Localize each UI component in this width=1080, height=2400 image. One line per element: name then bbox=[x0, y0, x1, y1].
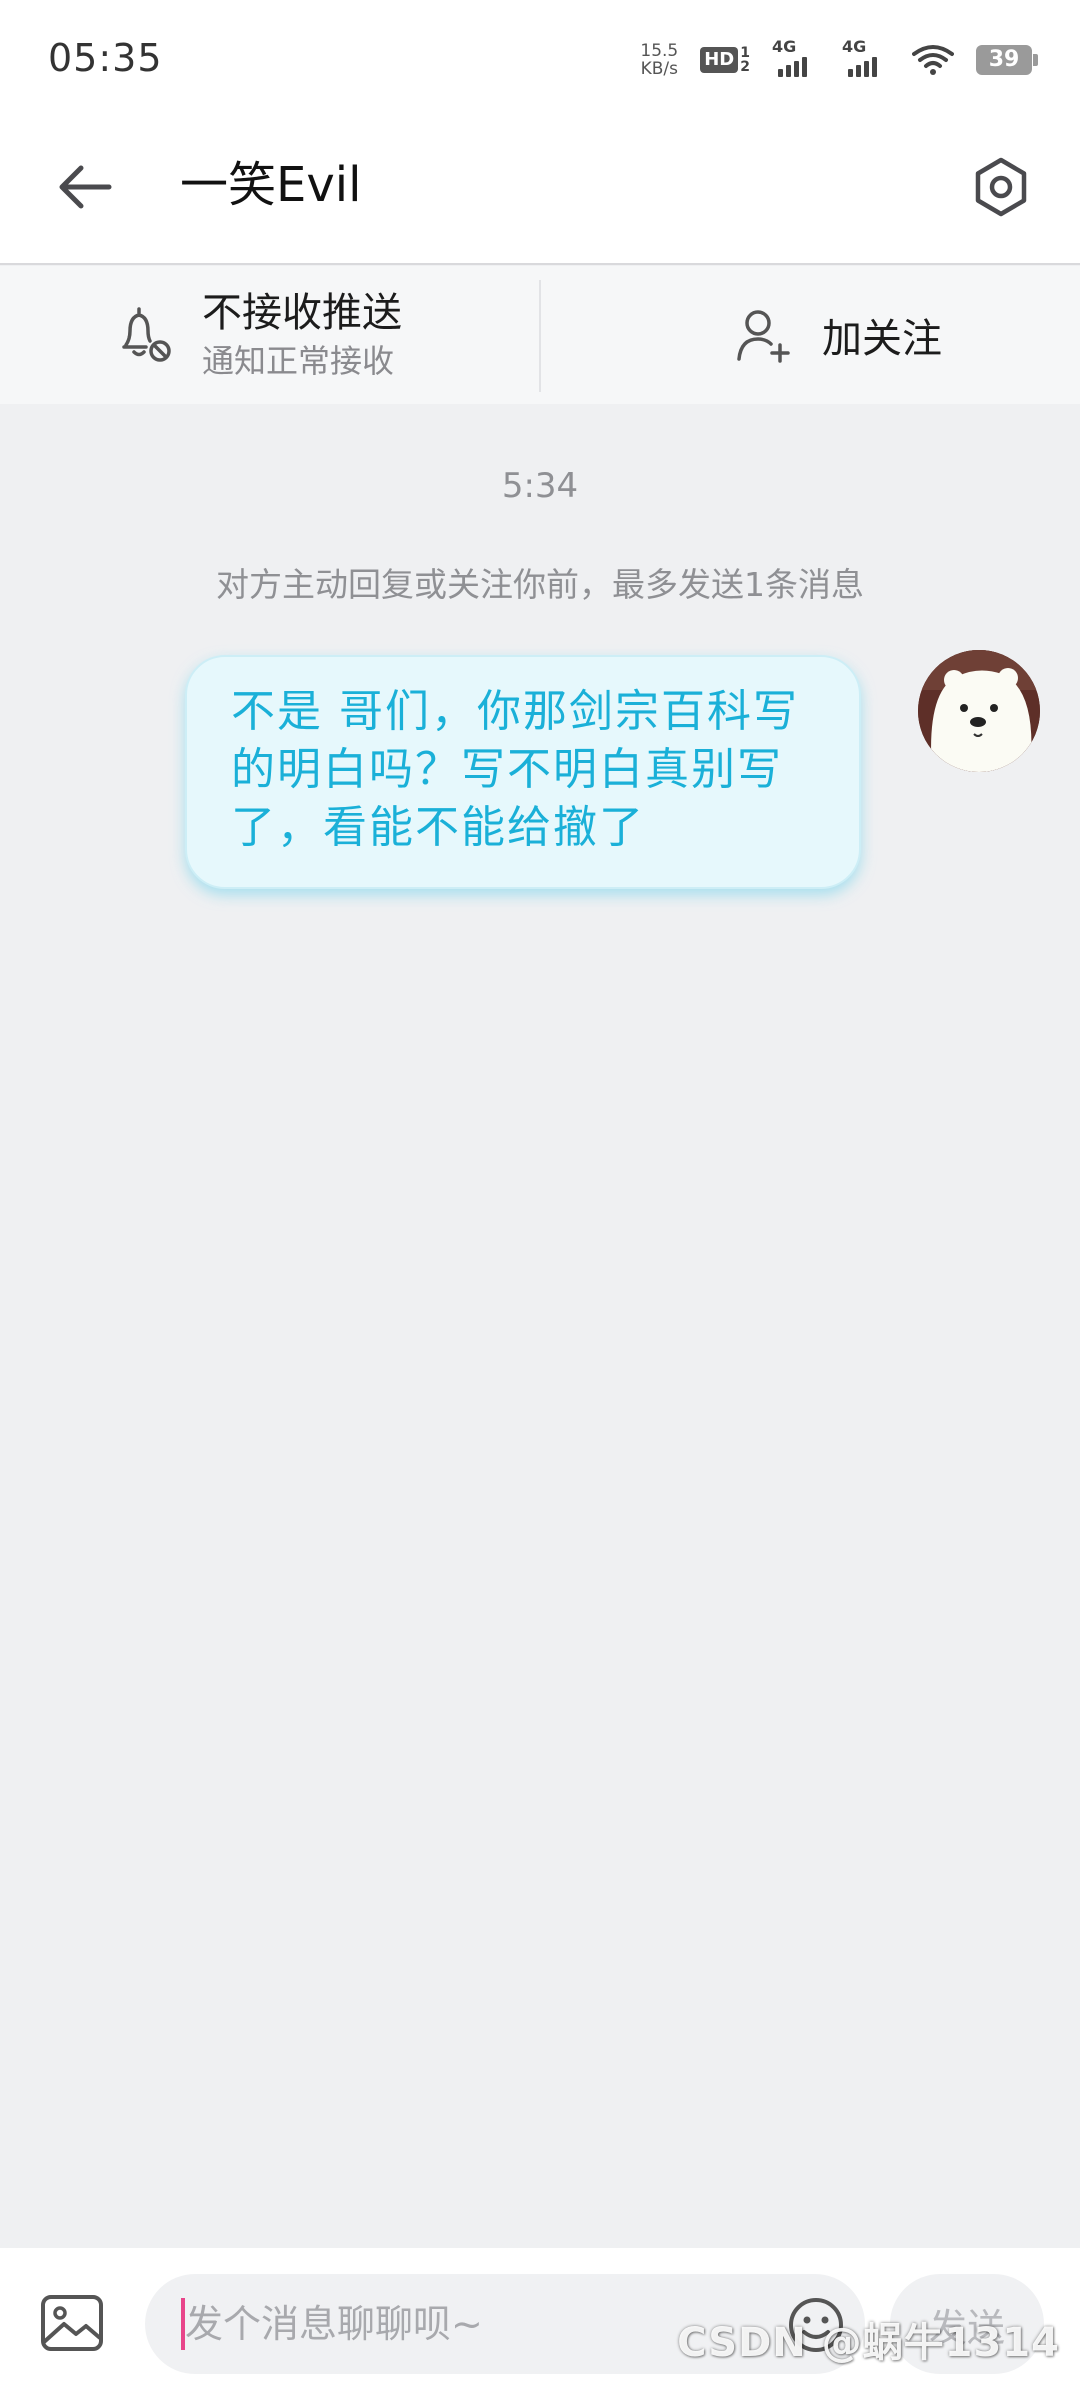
settings-button[interactable] bbox=[962, 148, 1040, 226]
action-divider bbox=[539, 280, 541, 392]
hd-sub-bottom: 2 bbox=[740, 59, 750, 75]
arrow-left-icon bbox=[59, 165, 112, 209]
chat-title: 一笑Evil bbox=[180, 157, 362, 213]
bear-avatar-icon bbox=[918, 650, 1040, 772]
chat-action-bar: 不接收推送 通知正常接收 加关注 bbox=[0, 266, 1080, 404]
push-toggle-button[interactable]: 不接收推送 通知正常接收 bbox=[0, 266, 598, 404]
image-button[interactable] bbox=[38, 2292, 106, 2354]
messaging-limit-notice: 对方主动回复或关注你前，最多发送1条消息 bbox=[216, 565, 864, 604]
follow-button[interactable]: 加关注 bbox=[598, 266, 1080, 404]
push-title: 不接收推送 bbox=[202, 290, 402, 336]
network-speed-value: 15.5 bbox=[640, 41, 679, 61]
sim2-network-label: 4G bbox=[842, 37, 867, 56]
sim1-network-label: 4G bbox=[772, 37, 797, 56]
image-icon bbox=[41, 2295, 103, 2351]
network-speed-unit: KB/s bbox=[640, 59, 678, 79]
signal-icon-sim2: 4G bbox=[842, 37, 890, 77]
status-time: 05:35 bbox=[48, 36, 163, 80]
bell-off-icon bbox=[122, 307, 171, 362]
battery-icon: 39 bbox=[976, 45, 1038, 75]
follow-label: 加关注 bbox=[822, 316, 942, 362]
wifi-icon bbox=[912, 45, 954, 75]
status-bar: 05:35 15.5 KB/s HD 1 2 4G 4G 39 bbox=[0, 0, 1080, 120]
message-bubble-self[interactable]: 不是 哥们，你那剑宗百科写的明白吗？写不明白真别写了，看能不能给撤了 bbox=[185, 655, 861, 889]
hd-label: HD bbox=[700, 47, 739, 73]
signal-icon-sim1: 4G bbox=[772, 37, 820, 77]
user-add-icon bbox=[737, 310, 790, 363]
push-subtitle: 通知正常接收 bbox=[202, 342, 395, 380]
hd-sub-top: 1 bbox=[740, 45, 750, 61]
chat-header: 一笑Evil bbox=[0, 120, 1080, 265]
message-timestamp: 5:34 bbox=[501, 466, 579, 506]
status-icons: 15.5 KB/s HD 1 2 4G 4G 39 bbox=[640, 37, 1038, 82]
watermark: CSDN @蜗牛1314 bbox=[677, 2320, 1060, 2366]
back-button[interactable] bbox=[50, 152, 120, 222]
hexagon-settings-icon bbox=[975, 157, 1027, 217]
hd-voice-icon: HD 1 2 bbox=[700, 46, 750, 74]
network-speed: 15.5 KB/s bbox=[640, 42, 678, 78]
avatar[interactable] bbox=[918, 650, 1040, 772]
